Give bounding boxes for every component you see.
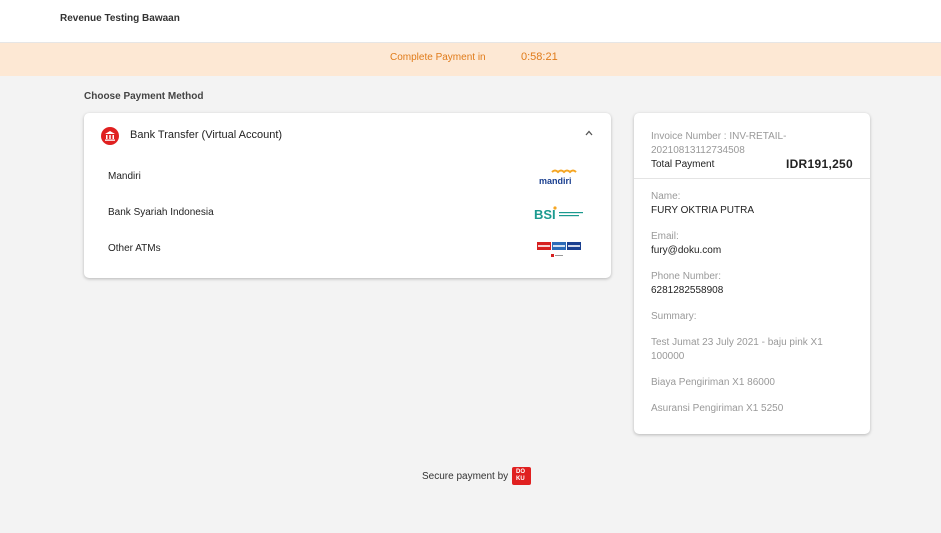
method-title: Bank Transfer (Virtual Account) (130, 129, 283, 141)
name-label: Name: (651, 191, 681, 202)
chevron-up-icon[interactable] (584, 128, 594, 138)
phone-value: 6281282558908 (651, 285, 724, 296)
option-label: Bank Syariah Indonesia (108, 207, 214, 218)
option-bsi[interactable]: Bank Syariah Indonesia BSI (84, 195, 611, 231)
secure-payment-text: Secure payment by (422, 471, 509, 482)
mandiri-logo: mandiri (532, 165, 588, 189)
bsi-wordmark: BSI (534, 207, 556, 222)
invoice-number: Invoice Number : INV-RETAIL-202108131127… (651, 131, 787, 156)
atm-network-logos (532, 237, 588, 261)
summary-item: Asuransi Pengiriman X1 5250 (651, 403, 784, 414)
option-other-atms[interactable]: Other ATMs (84, 231, 611, 267)
merchant-name: Revenue Testing Bawaan (60, 13, 180, 24)
invoice-summary-card: Invoice Number : INV-RETAIL-202108131127… (634, 113, 870, 434)
doku-logo: DO KU (512, 467, 531, 485)
summary-item: Biaya Pengiriman X1 86000 (651, 377, 775, 388)
payment-method-card: Bank Transfer (Virtual Account) Mandiri … (84, 113, 611, 278)
doku-logo-bottom: KU (516, 476, 525, 482)
total-payment-amount: IDR191,250 (785, 157, 853, 171)
summary-label: Summary: (651, 311, 697, 322)
total-payment-label: Total Payment (651, 159, 715, 170)
bank-icon (101, 127, 119, 145)
option-label: Mandiri (108, 171, 141, 182)
bank-transfer-header[interactable]: Bank Transfer (Virtual Account) (84, 113, 611, 157)
email-value: fury@doku.com (651, 245, 722, 256)
mandiri-wordmark: mandiri (539, 176, 572, 186)
name-value: FURY OKTRIA PUTRA (651, 205, 754, 216)
bsi-logo: BSI (532, 201, 588, 225)
timer-label: Complete Payment in (390, 52, 486, 63)
doku-logo-top: DO (516, 469, 525, 475)
option-label: Other ATMs (108, 243, 161, 254)
top-bar: Revenue Testing Bawaan (0, 0, 941, 43)
section-title: Choose Payment Method (84, 91, 204, 102)
summary-item: Test Jumat 23 July 2021 - baju pink X1 1… (651, 337, 823, 362)
phone-label: Phone Number: (651, 271, 722, 282)
timer-countdown: 0:58:21 (521, 51, 558, 63)
payment-timer-bar: Complete Payment in 0:58:21 (0, 43, 941, 76)
option-mandiri[interactable]: Mandiri mandiri (84, 159, 611, 195)
email-label: Email: (651, 231, 679, 242)
divider (634, 178, 870, 179)
